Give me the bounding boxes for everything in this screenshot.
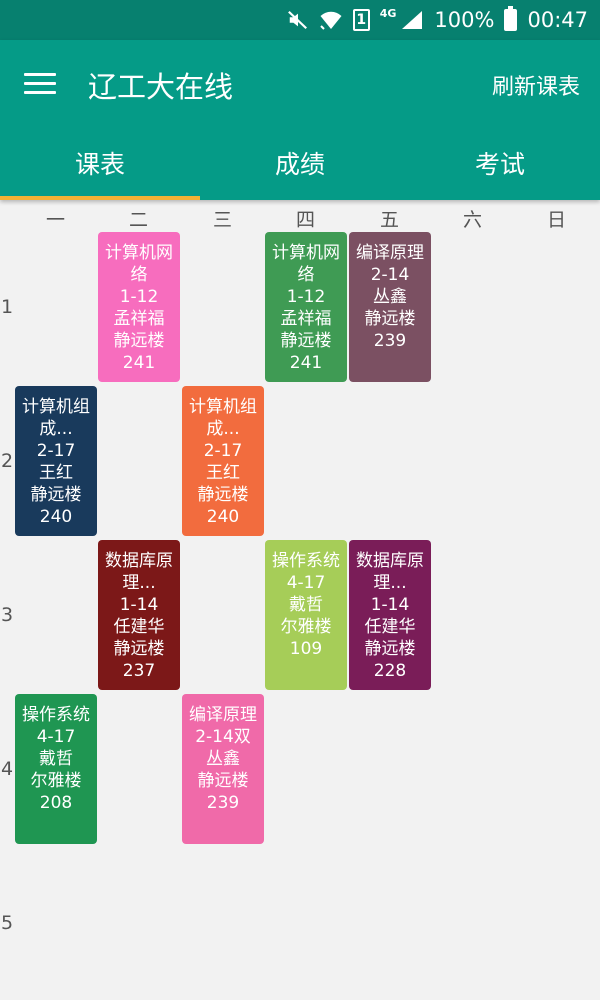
battery-level: 100%	[434, 8, 495, 32]
course-card-line: 237	[122, 661, 156, 681]
course-card-line: 络	[297, 265, 315, 285]
course-card-line: 静远楼	[364, 639, 416, 659]
course-card-line: 计算机网	[272, 243, 340, 263]
signal-icon	[400, 0, 424, 40]
course-card-line: 2-14双	[195, 727, 251, 747]
course-card-line: 孟祥福	[280, 309, 332, 329]
clock: 00:47	[527, 8, 588, 32]
course-card-line: 静远楼	[113, 331, 165, 351]
course-card-line: 1-14	[119, 595, 159, 615]
course-card-line: 240	[39, 507, 73, 527]
wifi-icon	[319, 0, 343, 40]
day-header-mon: 一	[45, 209, 65, 231]
status-icons: 1 4G 100% 00:47	[287, 0, 588, 40]
tab-bar: 课表 成绩 考试	[0, 135, 600, 200]
course-card-line: 王红	[206, 463, 240, 483]
schedule-grid: 一 二 三 四 五 六 日 1 2 3 4 5 计算机网络 1-12 孟祥福 静远楼 2…	[0, 200, 600, 1000]
day-header-fri: 五	[379, 209, 399, 231]
course-card-line: 数据库原	[356, 551, 424, 571]
course-card-line: 228	[373, 661, 407, 681]
course-card-line: 王红	[39, 463, 73, 483]
course-card-line: 操作系统	[272, 551, 340, 571]
course-card-line: 计算机组	[22, 397, 90, 417]
course-card-line: 理...	[373, 573, 407, 593]
period-label-5: 5	[0, 912, 14, 934]
course-card-line: 编译原理	[189, 705, 257, 725]
course-card[interactable]: 操作系统 4-17 戴哲 尔雅楼 208	[15, 694, 97, 844]
tab-grades[interactable]: 成绩	[200, 135, 400, 200]
mute-icon	[287, 0, 309, 40]
course-card-line: 静远楼	[280, 331, 332, 351]
period-label-2: 2	[0, 450, 14, 472]
course-card-line: 静远楼	[197, 485, 249, 505]
course-card-line: 静远楼	[197, 771, 249, 791]
course-card-line: 2-14	[370, 265, 410, 285]
app-bar: 辽工大在线 刷新课表 课表 成绩 考试	[0, 40, 600, 200]
day-header-sun: 日	[546, 209, 566, 231]
course-card-line: 络	[130, 265, 148, 285]
course-card-line: 208	[39, 793, 73, 813]
course-card-line: 孟祥福	[113, 309, 165, 329]
day-header-wed: 三	[212, 209, 232, 231]
network-type-label: 4G	[379, 6, 397, 20]
course-card[interactable]: 计算机组 成... 2-17 王红 静远楼 240	[15, 386, 97, 536]
course-card-line: 1-14	[370, 595, 410, 615]
period-label-1: 1	[0, 296, 14, 318]
course-card[interactable]: 操作系统 4-17 戴哲 尔雅楼 109	[265, 540, 347, 690]
course-card[interactable]: 编译原理 2-14双 丛鑫 静远楼 239	[182, 694, 264, 844]
tab-exams[interactable]: 考试	[400, 135, 600, 200]
course-card-line: 理...	[122, 573, 156, 593]
course-card-line: 计算机组	[189, 397, 257, 417]
course-card-line: 丛鑫	[373, 287, 407, 307]
course-card-line: 2-17	[203, 441, 243, 461]
menu-icon[interactable]	[24, 71, 56, 95]
course-card-line: 239	[373, 331, 407, 351]
course-card-line: 2-17	[36, 441, 76, 461]
course-card[interactable]: 计算机网络 1-12 孟祥福 静远楼 241	[265, 232, 347, 382]
course-card-line: 数据库原	[105, 551, 173, 571]
course-card-line: 成...	[206, 419, 240, 439]
sim-icon: 1	[352, 0, 370, 40]
course-card-line: 计算机网	[105, 243, 173, 263]
course-card-line: 1-12	[286, 287, 326, 307]
course-card-line: 1-12	[119, 287, 159, 307]
course-card-line: 静远楼	[30, 485, 82, 505]
refresh-schedule-button[interactable]: 刷新课表	[492, 69, 580, 101]
course-card-line: 尔雅楼	[280, 617, 332, 637]
course-card[interactable]: 数据库原 理... 1-14 任建华 静远楼 228	[349, 540, 431, 690]
course-card[interactable]: 数据库原 理... 1-14 任建华 静远楼 237	[98, 540, 180, 690]
course-card-line: 编译原理	[356, 243, 424, 263]
course-card-line: 241	[289, 353, 323, 373]
course-card-line: 丛鑫	[206, 749, 240, 769]
course-card-line: 4-17	[286, 573, 326, 593]
course-card-line: 241	[122, 353, 156, 373]
course-card[interactable]: 计算机组 成... 2-17 王红 静远楼 240	[182, 386, 264, 536]
course-card-line: 尔雅楼	[30, 771, 82, 791]
status-bar: 1 4G 100% 00:47	[0, 0, 600, 40]
day-header-thu: 四	[295, 209, 315, 231]
course-card-line: 任建华	[364, 617, 416, 637]
course-card-line: 戴哲	[289, 595, 323, 615]
course-card-line: 静远楼	[364, 309, 416, 329]
tab-schedule[interactable]: 课表	[0, 135, 200, 200]
course-card-line: 操作系统	[22, 705, 90, 725]
period-label-4: 4	[0, 758, 14, 780]
app-title: 辽工大在线	[88, 70, 234, 104]
battery-icon	[504, 0, 518, 40]
course-card-line: 静远楼	[113, 639, 165, 659]
course-card[interactable]: 计算机网络 1-12 孟祥福 静远楼 241	[98, 232, 180, 382]
course-card-line: 239	[206, 793, 240, 813]
course-card-line: 109	[289, 639, 323, 659]
course-card-line: 4-17	[36, 727, 76, 747]
sim-label: 1	[352, 9, 370, 31]
course-card-line: 成...	[39, 419, 73, 439]
course-card-line: 戴哲	[39, 749, 73, 769]
course-card[interactable]: 编译原理 2-14 丛鑫 静远楼 239	[349, 232, 431, 382]
period-label-3: 3	[0, 604, 14, 626]
course-card-line: 任建华	[113, 617, 165, 637]
day-header-tue: 二	[128, 209, 148, 231]
day-header-sat: 六	[462, 209, 482, 231]
course-card-line: 240	[206, 507, 240, 527]
